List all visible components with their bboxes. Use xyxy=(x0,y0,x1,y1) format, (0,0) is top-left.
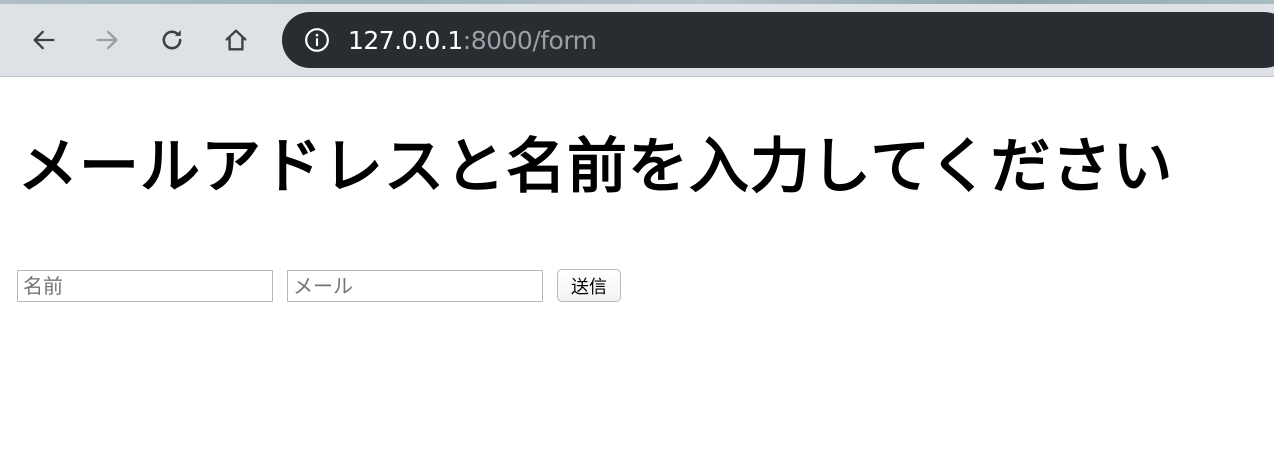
email-input[interactable] xyxy=(287,269,543,302)
url-host: 127.0.0.1 xyxy=(348,25,463,55)
forward-button[interactable] xyxy=(89,22,125,58)
browser-toolbar: 127.0.0.1:8000/form xyxy=(0,4,1274,77)
reload-button[interactable] xyxy=(154,22,190,58)
url-text[interactable]: 127.0.0.1:8000/form xyxy=(348,26,597,55)
url-path: :8000/form xyxy=(462,25,597,55)
entry-form: 送信 xyxy=(17,269,621,302)
back-button[interactable] xyxy=(26,22,62,58)
page-title: メールアドレスと名前を入力してください xyxy=(18,132,1174,202)
reload-icon xyxy=(162,30,182,50)
info-icon[interactable] xyxy=(304,27,330,53)
submit-button[interactable]: 送信 xyxy=(557,269,621,302)
arrow-left-icon xyxy=(33,30,55,50)
page-content: メールアドレスと名前を入力してください 送信 xyxy=(0,77,1274,458)
arrow-right-icon xyxy=(96,30,118,50)
home-button[interactable] xyxy=(218,22,254,58)
home-icon xyxy=(225,29,247,51)
address-bar[interactable]: 127.0.0.1:8000/form xyxy=(282,12,1274,68)
name-input[interactable] xyxy=(17,269,273,302)
